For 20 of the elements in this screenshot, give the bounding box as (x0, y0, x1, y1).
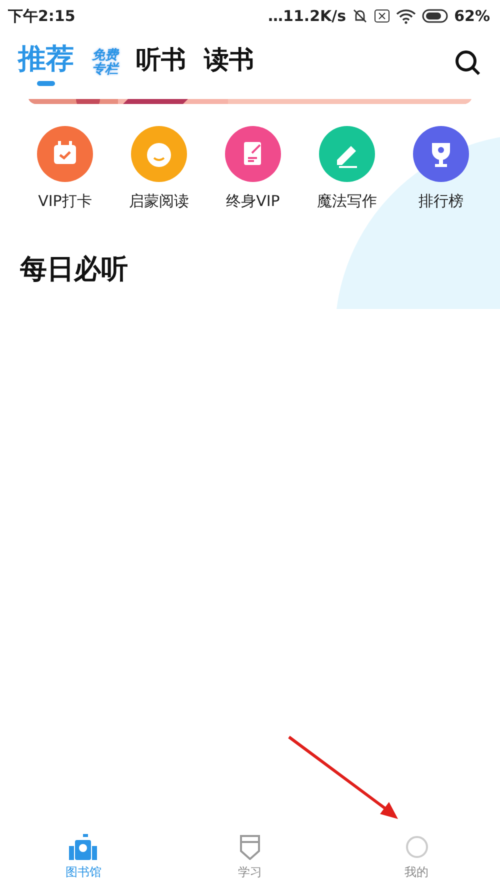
status-time: 下午2:15 (8, 6, 76, 26)
wifi-icon (396, 8, 416, 24)
nav-tab[interactable]: 我的 (333, 832, 500, 882)
battery-icon (422, 9, 448, 23)
search-icon[interactable] (454, 49, 482, 77)
shortcut-button[interactable]: VIP打卡 (20, 126, 110, 211)
network-speed: …11.2K/s (268, 7, 346, 25)
nav-tab[interactable]: 学习 (166, 832, 334, 882)
shortcut-button[interactable]: 排行榜 (396, 126, 486, 211)
muted-bell-icon (352, 8, 368, 24)
shortcut-button[interactable]: 终身VIP (208, 126, 298, 211)
section-title: 每日必听 (20, 253, 129, 287)
library-icon (68, 834, 98, 860)
category-tab[interactable]: 听书 (136, 42, 186, 84)
shortcut-button[interactable]: 启蒙阅读 (114, 126, 204, 211)
sim-icon (374, 9, 390, 23)
battery-percent: 62% (454, 7, 490, 25)
shortcut-button[interactable]: 魔法写作 (302, 126, 392, 211)
shield-icon (239, 834, 261, 860)
category-tab[interactable]: 读书 (204, 42, 254, 84)
